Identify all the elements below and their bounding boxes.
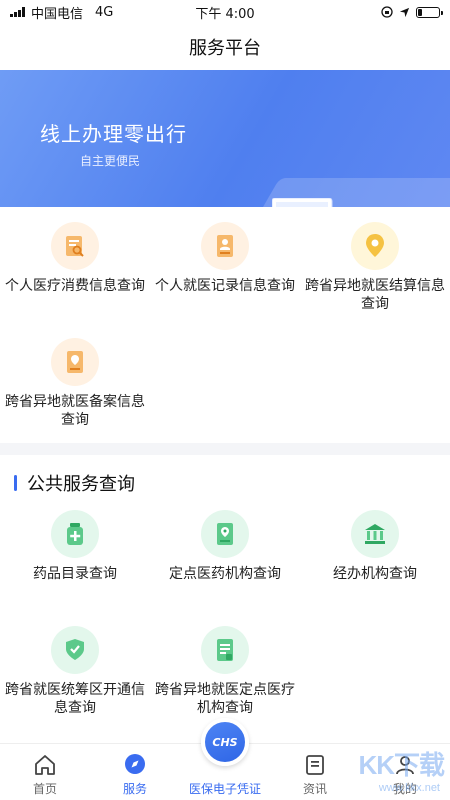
status-bar: 中国电信 4G 下午 4:00 (0, 0, 450, 24)
page-title: 服务平台 (189, 38, 261, 59)
document-pin-icon (51, 338, 99, 386)
section-divider (0, 443, 450, 455)
public-cross-province-designated[interactable]: 跨省异地就医定点医疗机构查询 (150, 626, 300, 717)
service-label: 经办机构查询 (333, 566, 417, 582)
banner-subtitle: 自主更便民 (80, 154, 141, 168)
orientation-lock-icon (381, 6, 393, 18)
medicine-bottle-icon (51, 510, 99, 558)
location-arrow-icon (399, 7, 410, 17)
tab-label: 医保电子凭证 (188, 782, 261, 796)
tab-home[interactable]: 首页 (0, 744, 90, 800)
document-list-icon (201, 626, 249, 674)
public-drug-catalog[interactable]: 药品目录查询 (0, 510, 150, 583)
service-label: 定点医药机构查询 (169, 566, 281, 582)
heading-accent-bar (14, 475, 17, 491)
banner-title: 线上办理零出行 (40, 122, 187, 146)
map-location-icon (201, 510, 249, 558)
location-pin-icon (351, 222, 399, 270)
watermark-url: www.kkx.net (378, 782, 440, 794)
network-label: 4G (95, 4, 114, 20)
clock: 下午 4:00 (195, 6, 255, 22)
watermark-logo: KK下载 (358, 750, 445, 780)
public-agencies[interactable]: 经办机构查询 (300, 510, 450, 583)
monitor-thumbs-up-icon (272, 198, 333, 207)
service-label: 跨省异地就医备案信息查询 (5, 394, 145, 428)
tab-news[interactable]: 资讯 (270, 744, 360, 800)
service-label: 个人医疗消费信息查询 (5, 278, 145, 294)
service-label: 跨省异地就医结算信息查询 (305, 278, 445, 312)
public-designated-institutions[interactable]: 定点医药机构查询 (150, 510, 300, 583)
person-card-icon (201, 222, 249, 270)
tab-medical-insurance-card[interactable]: CHS 医保电子凭证 (180, 718, 270, 800)
public-services-heading: 公共服务查询 (14, 470, 135, 496)
banner[interactable]: 线上办理零出行 自主更便民 (0, 70, 450, 207)
tab-label: 资讯 (302, 782, 327, 796)
service-label: 跨省就医统筹区开通信息查询 (5, 682, 145, 716)
tab-services[interactable]: 服务 (90, 744, 180, 800)
service-medical-records[interactable]: 个人就医记录信息查询 (150, 222, 300, 295)
receipt-search-icon (51, 222, 99, 270)
chs-icon: CHS (201, 718, 249, 766)
service-label: 药品目录查询 (33, 566, 117, 582)
service-medical-consumption[interactable]: 个人医疗消费信息查询 (0, 222, 150, 295)
service-settlement-query[interactable]: 跨省异地就医结算信息查询 (300, 222, 450, 313)
news-icon (306, 755, 324, 775)
compass-icon (125, 754, 145, 774)
tab-label: 服务 (122, 782, 147, 796)
service-filing-query[interactable]: 跨省异地就医备案信息查询 (0, 338, 150, 429)
tab-label: 首页 (32, 782, 57, 796)
battery-icon (416, 6, 443, 18)
public-pooling-area-query[interactable]: 跨省就医统筹区开通信息查询 (0, 626, 150, 717)
shield-location-icon (51, 626, 99, 674)
home-icon (35, 755, 55, 775)
service-label: 跨省异地就医定点医疗机构查询 (155, 682, 295, 716)
service-label: 个人就医记录信息查询 (155, 278, 295, 294)
bank-building-icon (351, 510, 399, 558)
carrier-label: 中国电信 (31, 6, 84, 22)
section-title-text: 公共服务查询 (27, 474, 135, 495)
signal-icon (10, 7, 25, 17)
